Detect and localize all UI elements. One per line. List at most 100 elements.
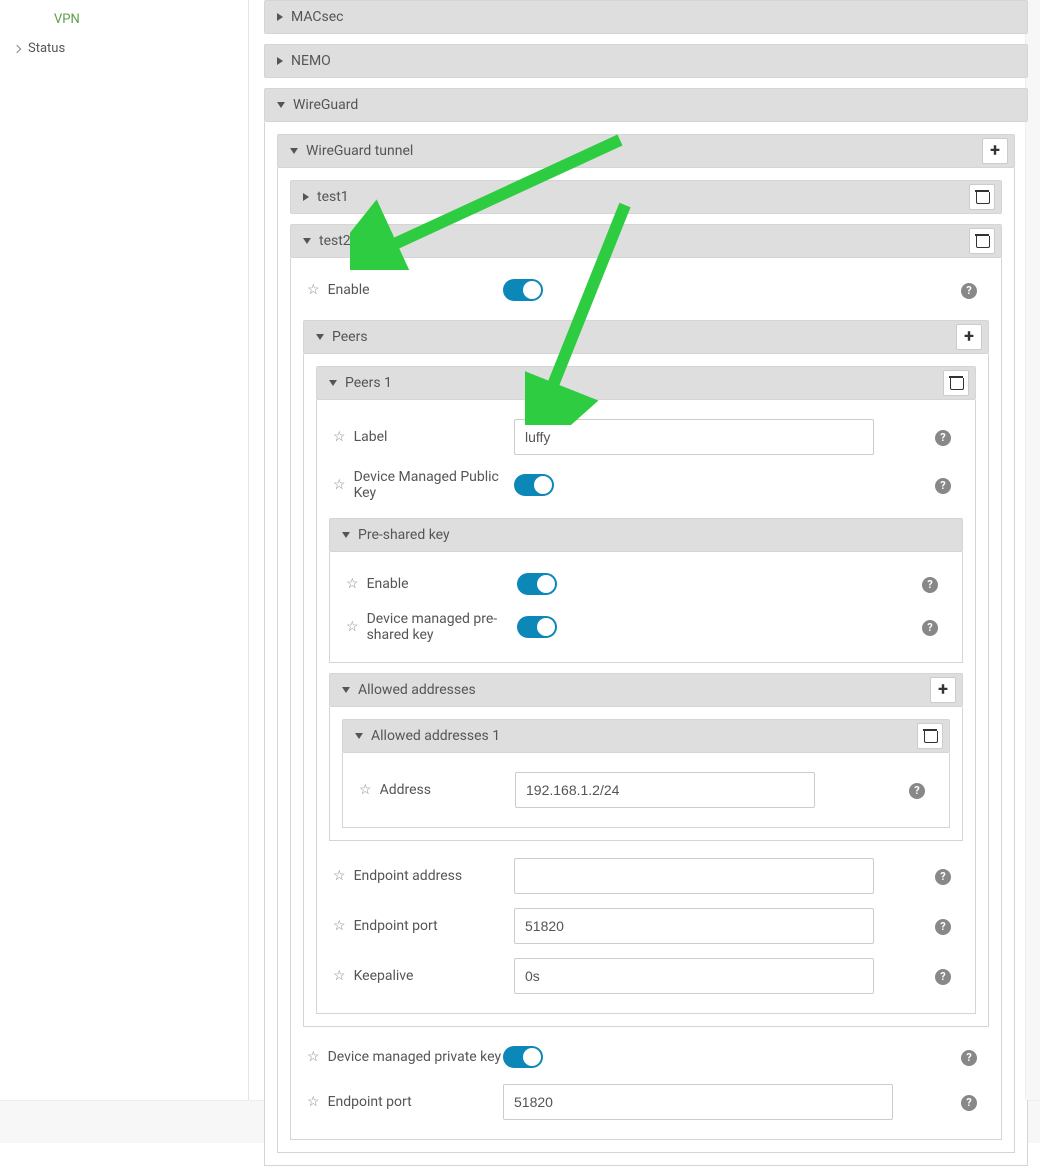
star-icon: ☆ bbox=[333, 868, 346, 884]
wireguard-body: WireGuard tunnel + test1 test2 bbox=[264, 122, 1028, 1166]
endpoint-port-input[interactable] bbox=[514, 908, 874, 944]
add-tunnel-button[interactable]: + bbox=[982, 138, 1008, 164]
row-label: ☆ Label ? bbox=[329, 412, 963, 462]
triangle-down-icon bbox=[342, 532, 350, 538]
section-wireguard[interactable]: WireGuard bbox=[264, 88, 1028, 122]
allowed-body: Allowed addresses 1 ☆ Address bbox=[329, 707, 963, 841]
wg-tunnel-body: test1 test2 ☆ Enable bbox=[277, 168, 1015, 1153]
star-icon: ☆ bbox=[333, 918, 346, 934]
plus-icon: + bbox=[990, 142, 1000, 160]
sidebar-item-vpn[interactable]: VPN bbox=[0, 5, 248, 34]
dev-privkey-toggle[interactable] bbox=[503, 1046, 543, 1068]
row-psk-enable: ☆ Enable ? bbox=[342, 564, 950, 604]
field-label: Keepalive bbox=[354, 968, 414, 984]
trash-icon bbox=[976, 190, 988, 204]
row-tunnel-endpoint-port: ☆ Endpoint port ? bbox=[303, 1077, 989, 1127]
section-title: MACsec bbox=[291, 9, 344, 25]
section-title: Allowed addresses 1 bbox=[371, 728, 500, 744]
help-icon[interactable]: ? bbox=[935, 478, 951, 494]
help-icon[interactable]: ? bbox=[935, 869, 951, 885]
allowed-header[interactable]: Allowed addresses + bbox=[329, 673, 963, 707]
row-keepalive: ☆ Keepalive ? bbox=[329, 951, 963, 1001]
delete-allowed1-button[interactable] bbox=[917, 723, 943, 749]
star-icon: ☆ bbox=[307, 1094, 320, 1110]
tunnel-name: test2 bbox=[319, 233, 351, 249]
row-dev-privkey: ☆ Device managed private key ? bbox=[303, 1037, 989, 1077]
sidebar: VPN Status bbox=[0, 0, 248, 1100]
star-icon: ☆ bbox=[307, 1049, 320, 1065]
wg-tunnel-header[interactable]: WireGuard tunnel + bbox=[277, 134, 1015, 168]
star-icon: ☆ bbox=[307, 282, 320, 298]
field-label: Label bbox=[354, 429, 388, 445]
dev-pubkey-toggle[interactable] bbox=[514, 474, 554, 496]
row-address: ☆ Address ? bbox=[355, 765, 937, 815]
address-input[interactable] bbox=[515, 772, 815, 808]
delete-peer1-button[interactable] bbox=[943, 370, 969, 396]
tunnel-name: test1 bbox=[317, 189, 349, 205]
row-psk-managed: ☆ Device managed pre-shared key ? bbox=[342, 604, 950, 650]
star-icon: ☆ bbox=[333, 429, 346, 445]
allowed1-body: ☆ Address ? bbox=[342, 753, 950, 828]
peer1-header[interactable]: Peers 1 bbox=[316, 366, 976, 400]
star-icon: ☆ bbox=[346, 576, 359, 592]
triangle-down-icon bbox=[342, 687, 350, 693]
label-input[interactable] bbox=[514, 419, 874, 455]
psk-managed-toggle[interactable] bbox=[517, 616, 557, 638]
section-title: Pre-shared key bbox=[358, 527, 450, 543]
star-icon: ☆ bbox=[333, 477, 346, 493]
triangle-right-icon bbox=[277, 57, 283, 65]
keepalive-input[interactable] bbox=[514, 958, 874, 994]
help-icon[interactable]: ? bbox=[935, 919, 951, 935]
field-label: Device managed private key bbox=[328, 1049, 502, 1065]
allowed1-header[interactable]: Allowed addresses 1 bbox=[342, 719, 950, 753]
trash-icon bbox=[976, 234, 988, 248]
triangle-down-icon bbox=[277, 102, 285, 108]
section-nemo[interactable]: NEMO bbox=[264, 44, 1028, 78]
section-title: Allowed addresses bbox=[358, 682, 476, 698]
peers-body: Peers 1 ☆ Label ? bbox=[303, 354, 989, 1027]
right-gutter bbox=[1025, 0, 1040, 1100]
section-title: WireGuard tunnel bbox=[306, 143, 413, 159]
section-title: NEMO bbox=[291, 53, 331, 69]
help-icon[interactable]: ? bbox=[935, 969, 951, 985]
psk-enable-toggle[interactable] bbox=[517, 573, 557, 595]
section-title: WireGuard bbox=[293, 97, 358, 113]
psk-header[interactable]: Pre-shared key bbox=[329, 518, 963, 552]
help-icon[interactable]: ? bbox=[909, 783, 925, 799]
peers-header[interactable]: Peers + bbox=[303, 320, 989, 354]
star-icon: ☆ bbox=[346, 619, 359, 635]
add-peer-button[interactable]: + bbox=[956, 324, 982, 350]
sidebar-item-status[interactable]: Status bbox=[0, 34, 248, 63]
star-icon: ☆ bbox=[359, 782, 372, 798]
triangle-down-icon bbox=[316, 334, 324, 340]
peer1-body: ☆ Label ? ☆ Device Managed Public Key bbox=[316, 400, 976, 1014]
tunnel-endpoint-port-input[interactable] bbox=[503, 1084, 893, 1120]
plus-icon: + bbox=[938, 681, 948, 699]
chevron-right-icon bbox=[13, 44, 21, 52]
field-label: Endpoint port bbox=[354, 918, 438, 934]
plus-icon: + bbox=[964, 328, 974, 346]
row-dev-pubkey: ☆ Device Managed Public Key ? bbox=[329, 462, 963, 508]
help-icon[interactable]: ? bbox=[922, 620, 938, 636]
help-icon[interactable]: ? bbox=[922, 577, 938, 593]
section-title: Peers 1 bbox=[345, 375, 392, 391]
help-icon[interactable]: ? bbox=[961, 1050, 977, 1066]
delete-tunnel-test2-button[interactable] bbox=[969, 228, 995, 254]
trash-icon bbox=[950, 376, 962, 390]
help-icon[interactable]: ? bbox=[961, 283, 977, 299]
delete-tunnel-test1-button[interactable] bbox=[969, 184, 995, 210]
help-icon[interactable]: ? bbox=[935, 430, 951, 446]
psk-body: ☆ Enable ? ☆ Device managed pre bbox=[329, 552, 963, 663]
add-allowed-button[interactable]: + bbox=[930, 677, 956, 703]
help-icon[interactable]: ? bbox=[961, 1095, 977, 1111]
triangle-down-icon bbox=[290, 148, 298, 154]
tunnel-test2[interactable]: test2 bbox=[290, 224, 1002, 258]
triangle-right-icon bbox=[303, 193, 309, 201]
tunnel-test1[interactable]: test1 bbox=[290, 180, 1002, 214]
section-macsec[interactable]: MACsec bbox=[264, 0, 1028, 34]
triangle-down-icon bbox=[355, 733, 363, 739]
enable-toggle[interactable] bbox=[503, 279, 543, 301]
section-title: Peers bbox=[332, 329, 368, 345]
row-endpoint-addr: ☆ Endpoint address ? bbox=[329, 851, 963, 901]
endpoint-addr-input[interactable] bbox=[514, 858, 874, 894]
